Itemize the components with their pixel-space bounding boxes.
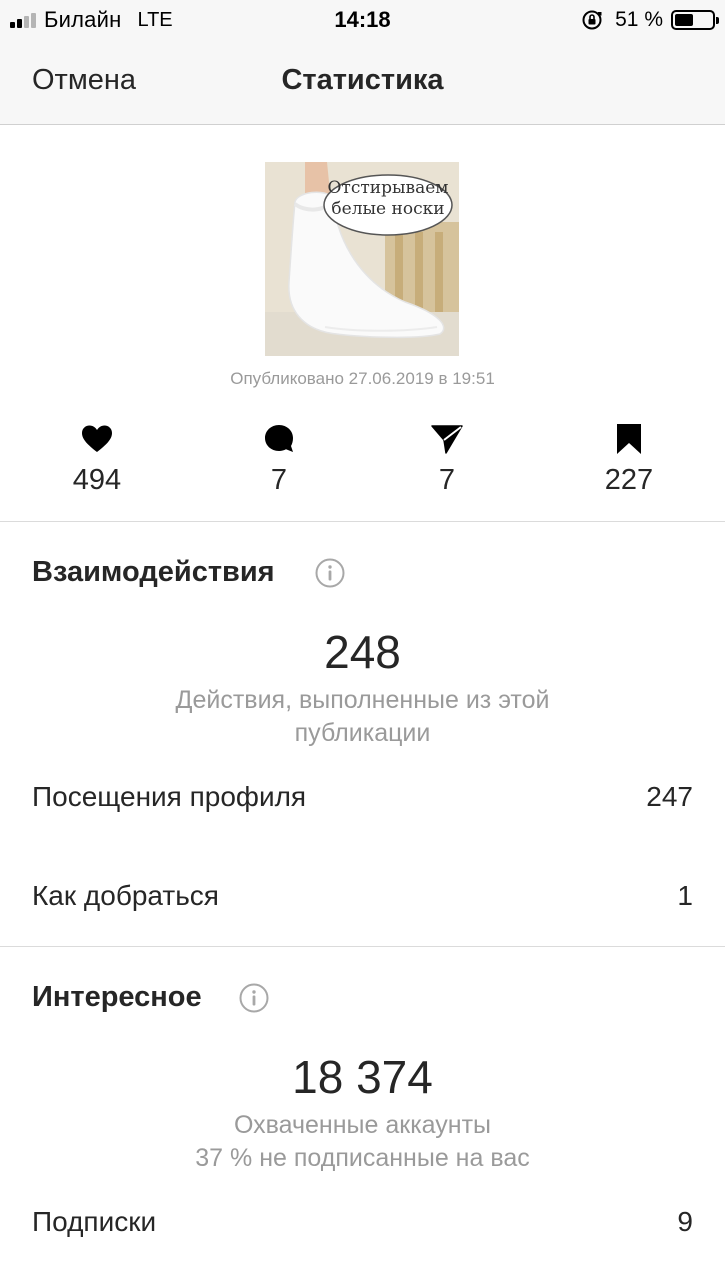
likes-count: 494 (72, 464, 122, 496)
caption-line: 37 % не подписанные на вас (195, 1144, 530, 1172)
battery-percent: 51 % (615, 8, 663, 31)
page-title: Статистика (281, 64, 444, 96)
caption-line: Действия, выполненные из этой (175, 686, 550, 714)
follows-label: Подписки (32, 1206, 157, 1237)
image-caption: Отстирываем белые носки (327, 178, 449, 220)
shares-metric[interactable]: 7 (377, 422, 517, 497)
published-date: Опубликовано 27.06.2019 в 19:51 (230, 369, 495, 388)
shares-count: 7 (438, 464, 456, 496)
battery-icon (671, 10, 719, 30)
bookmark-icon (617, 424, 641, 454)
saves-metric[interactable]: 227 (559, 422, 699, 497)
send-icon (431, 425, 463, 454)
status-right: 51 % (581, 8, 719, 32)
post-thumbnail: Отстирываем белые носки (265, 162, 459, 356)
follows-value: 9 (677, 1206, 693, 1237)
navigation-bar: Отмена Статистика (0, 40, 725, 125)
section-divider (0, 521, 725, 522)
info-icon[interactable] (239, 983, 269, 1013)
directions-value: 1 (677, 880, 693, 911)
interactions-total: 248 (324, 626, 401, 678)
interactions-title: Взаимодействия (32, 556, 275, 588)
likes-metric[interactable]: 494 (27, 422, 167, 497)
discovery-title: Интересное (32, 981, 202, 1013)
section-divider (0, 946, 725, 947)
saves-count: 227 (604, 464, 654, 496)
info-icon[interactable] (315, 558, 345, 588)
comment-icon (265, 425, 293, 452)
profile-visits-label: Посещения профиля (32, 781, 307, 812)
caption-line: Охваченные аккаунты (233, 1111, 492, 1139)
interactions-caption: Действия, выполненные из этой публикации (0, 684, 725, 750)
status-bar: Билайн LTE 14:18 51 % (0, 0, 725, 40)
reach-total: 18 374 (292, 1051, 433, 1103)
caption-line: публикации (294, 719, 431, 747)
heart-icon (82, 425, 112, 452)
comments-count: 7 (270, 464, 288, 496)
comments-metric[interactable]: 7 (209, 422, 349, 497)
image-caption-line: белые носки (331, 199, 445, 219)
directions-label: Как добраться (32, 880, 219, 911)
battery-level-fill (675, 14, 694, 26)
image-caption-line: Отстирываем (327, 178, 449, 198)
profile-visits-value: 247 (646, 781, 693, 812)
rotation-lock-icon (582, 10, 602, 30)
reach-caption: Охваченные аккаунты 37 % не подписанные … (0, 1109, 725, 1175)
